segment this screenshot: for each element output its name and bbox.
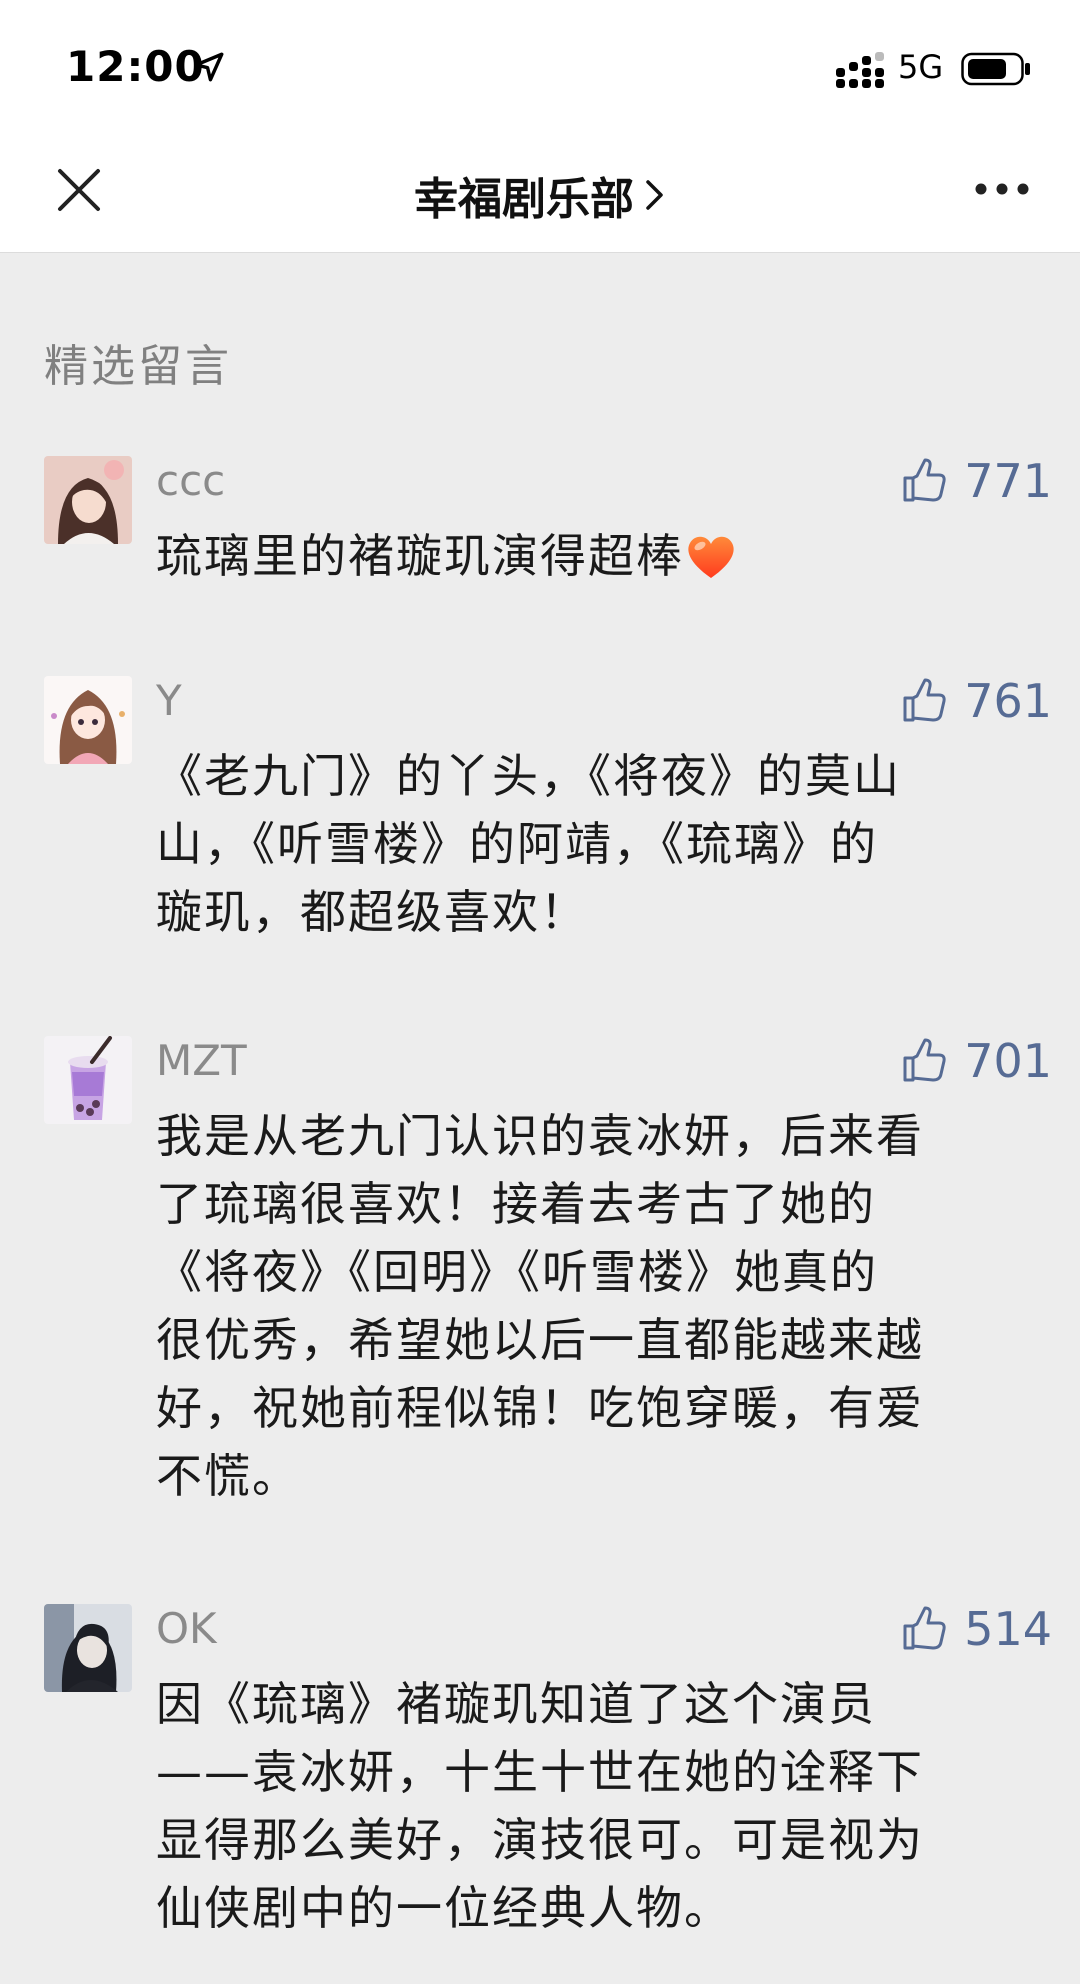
comment-text-content: 琉璃里的褚璇玑演得超棒 <box>156 529 684 583</box>
status-time: 12:00 <box>66 42 205 91</box>
battery-icon <box>961 52 1030 86</box>
thumbs-up-icon <box>903 1038 946 1082</box>
heart-icon <box>688 536 734 578</box>
network-type: 5G <box>898 48 944 86</box>
comment-text: 琉璃里的褚璇玑演得超棒 <box>156 522 1036 590</box>
comment-line: 因《琉璃》褚璇玑知道了这个演员 <box>156 1677 876 1731</box>
like-count: 701 <box>964 1034 1052 1088</box>
comment-text: 《老九门》的丫头，《将夜》的莫山 山，《听雪楼》的阿靖，《琉璃》的 璇玑，都超级… <box>156 742 1036 946</box>
comment-line: 璇玑，都超级喜欢！ <box>156 885 588 939</box>
comment-line: 仙侠剧中的一位经典人物。 <box>156 1881 732 1935</box>
avatar[interactable] <box>44 456 132 544</box>
avatar[interactable] <box>44 1036 132 1124</box>
comment-text: 因《琉璃》褚璇玑知道了这个演员 ——袁冰妍，十生十世在她的诠释下 显得那么美好，… <box>156 1670 1036 1942</box>
thumbs-up-icon <box>903 458 946 502</box>
comment-line: 显得那么美好，演技很可。可是视为 <box>156 1813 924 1867</box>
like-count: 514 <box>964 1602 1052 1656</box>
comment-text: 我是从老九门认识的袁冰妍，后来看 了琉璃很喜欢！接着去考古了她的 《将夜》《回明… <box>156 1102 1036 1510</box>
comment-line: 不慌。 <box>156 1449 300 1503</box>
status-bar: 12:00 5G <box>0 0 1080 135</box>
comment-author[interactable]: MZT <box>156 1036 247 1085</box>
like-button[interactable]: 514 <box>900 1602 1052 1656</box>
like-button[interactable]: 701 <box>900 1034 1052 1088</box>
avatar[interactable] <box>44 1604 132 1692</box>
comment-line: ——袁冰妍，十生十世在她的诠释下 <box>156 1745 924 1799</box>
comment-author[interactable]: OK <box>156 1604 217 1653</box>
nav-bar: 幸福剧乐部 <box>0 135 1080 253</box>
comment-line: 山，《听雪楼》的阿靖，《琉璃》的 <box>156 817 878 871</box>
like-count: 771 <box>964 454 1052 508</box>
like-count: 761 <box>964 674 1052 728</box>
comment-line: 《老九门》的丫头，《将夜》的莫山 <box>156 749 901 803</box>
comment-line: 很优秀，希望她以后一直都能越来越 <box>156 1313 924 1367</box>
thumbs-up-icon <box>903 678 946 722</box>
avatar[interactable] <box>44 676 132 764</box>
account-title-link[interactable]: 幸福剧乐部 <box>414 163 666 227</box>
more-dots-icon[interactable] <box>974 177 1030 201</box>
comment-line: 好，祝她前程似锦！吃饱穿暖，有爱 <box>156 1381 924 1435</box>
like-button[interactable]: 771 <box>900 454 1052 508</box>
comment-author[interactable]: ccc <box>156 456 225 505</box>
nav-title-container: 幸福剧乐部 <box>0 163 1080 227</box>
comment-line: 了琉璃很喜欢！接着去考古了她的 <box>156 1177 876 1231</box>
thumbs-up-icon <box>903 1606 946 1650</box>
section-label: 精选留言 <box>44 341 232 392</box>
location-arrow-icon <box>194 52 224 82</box>
comment-author[interactable]: Y <box>156 676 182 725</box>
comment-line: 我是从老九门认识的袁冰妍，后来看 <box>156 1109 924 1163</box>
chevron-right-icon <box>646 180 663 210</box>
like-button[interactable]: 761 <box>900 674 1052 728</box>
account-title: 幸福剧乐部 <box>414 174 634 225</box>
comment-line: 《将夜》《回明》《听雪楼》她真的 <box>156 1245 878 1299</box>
